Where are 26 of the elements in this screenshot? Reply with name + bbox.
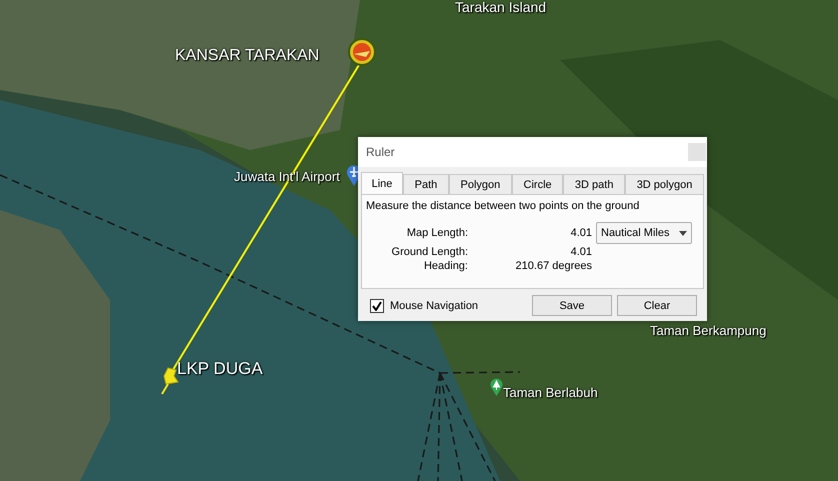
field-label: Heading:	[422, 260, 468, 272]
field-value: 4.01	[570, 227, 592, 239]
map-label: KANSAR TARAKAN	[175, 47, 320, 65]
tab[interactable]: Circle	[512, 174, 564, 194]
dialog-title: Ruler	[366, 145, 395, 159]
map-label: Taman Berkampung	[650, 324, 766, 338]
field-label: Ground Length:	[390, 246, 468, 258]
dialog-button[interactable]: Clear	[617, 295, 697, 316]
tab[interactable]: Path	[403, 174, 449, 194]
field-label: Map Length:	[406, 227, 468, 239]
tab[interactable]: 3D path	[563, 174, 626, 194]
field-value: 210.67 degrees	[514, 260, 592, 272]
map-label: Taman Berlabuh	[503, 386, 598, 400]
checkbox-label: Mouse Navigation	[390, 300, 480, 312]
tab[interactable]: Line	[361, 172, 403, 194]
dialog-button[interactable]: Save	[532, 295, 612, 316]
unit-dropdown[interactable]: Nautical Miles	[596, 222, 692, 244]
map-label: Tarakan Island	[455, 0, 546, 16]
description-text: Measure the distance between two points on the ground	[366, 200, 640, 212]
field-value: 4.01	[570, 246, 592, 258]
map-label: LKP DUGA	[177, 360, 263, 379]
tab[interactable]: Polygon	[448, 174, 512, 194]
tree-pin-icon[interactable]	[490, 378, 503, 396]
dropdown-caret-icon	[679, 230, 687, 236]
tab[interactable]: 3D polygon	[625, 174, 704, 194]
checkbox[interactable]	[370, 298, 384, 312]
